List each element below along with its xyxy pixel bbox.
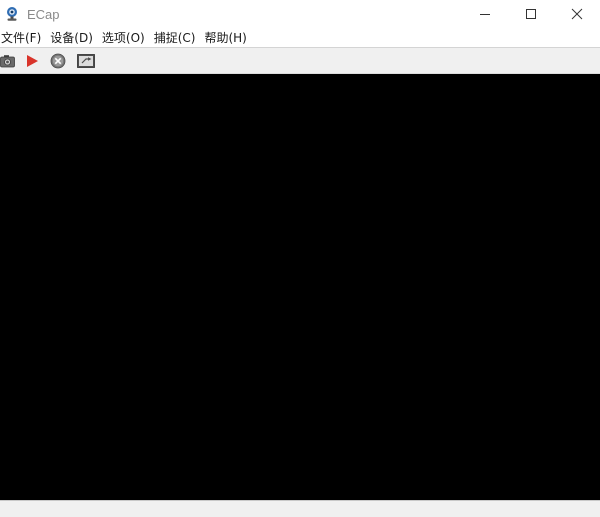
snapshot-button[interactable] xyxy=(0,50,16,72)
status-bar xyxy=(0,500,600,517)
fullscreen-button[interactable] xyxy=(77,50,95,72)
video-preview-area[interactable] xyxy=(0,74,600,500)
title-bar[interactable]: ECap xyxy=(0,0,600,28)
fullscreen-icon xyxy=(77,53,95,68)
play-button[interactable] xyxy=(25,50,39,72)
menu-bar: 文件(F) 设备(D) 选项(O) 捕捉(C) 帮助(H) xyxy=(0,28,600,48)
minimize-button[interactable] xyxy=(462,0,508,28)
caption-buttons xyxy=(462,0,600,28)
webcam-icon[interactable] xyxy=(4,6,20,22)
camera-snapshot-icon xyxy=(0,54,15,67)
menu-file[interactable]: 文件(F) xyxy=(0,29,45,47)
ecap-window: ECap 文件(F) 设备(D) 选项(O) 捕捉(C) 帮助(H) xyxy=(0,0,600,517)
menu-capture[interactable]: 捕捉(C) xyxy=(152,29,200,47)
close-icon xyxy=(571,8,583,20)
menu-device[interactable]: 设备(D) xyxy=(48,29,97,47)
stop-button[interactable] xyxy=(50,50,66,72)
minimize-icon xyxy=(480,14,490,15)
window-title: ECap xyxy=(27,6,60,22)
play-icon xyxy=(27,54,38,67)
stop-icon xyxy=(50,53,66,68)
toolbar xyxy=(0,48,600,74)
menu-help[interactable]: 帮助(H) xyxy=(202,29,250,47)
maximize-button[interactable] xyxy=(508,0,554,28)
close-button[interactable] xyxy=(554,0,600,28)
menu-options[interactable]: 选项(O) xyxy=(100,29,149,47)
maximize-icon xyxy=(526,9,536,19)
